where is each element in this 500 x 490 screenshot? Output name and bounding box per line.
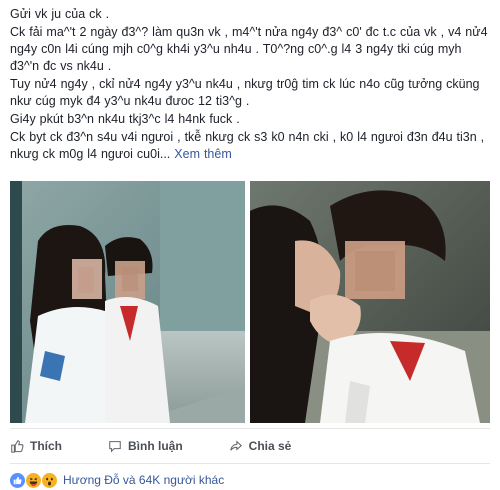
post-line-5-text: Ck byt ck đ3^n s4u v4i ngưoi , tkễ nkưg … xyxy=(10,130,485,161)
reactions-summary[interactable]: Hương Đỗ và 64K người khác xyxy=(10,471,224,489)
post-line-1: Gửi vk ju của ck . xyxy=(10,7,110,21)
like-button[interactable]: Thích xyxy=(10,439,62,453)
photo-right-image xyxy=(250,181,490,423)
post-line-2: Ck fải ma^'t 2 ngày đ3^? làm qu3n vk , m… xyxy=(10,25,488,73)
photo-grid xyxy=(10,181,490,423)
thumbs-up-icon xyxy=(10,439,24,453)
see-more-link[interactable]: Xem thêm xyxy=(174,147,231,161)
action-bar: Thích Bình luận Chia sẻ xyxy=(10,434,490,458)
photo-left[interactable] xyxy=(10,181,245,423)
post-line-3: Tuy nử4 ng4y , ckỉ nử4 ng4y y3^u nk4u , … xyxy=(10,77,480,108)
haha-icon xyxy=(26,472,41,488)
comment-label: Bình luận xyxy=(128,439,183,453)
reactions-summary-text[interactable]: Hương Đỗ và 64K người khác xyxy=(63,473,224,487)
wow-icon xyxy=(42,472,57,488)
like-icon xyxy=(10,472,25,488)
post-body: Gửi vk ju của ck . Ck fải ma^'t 2 ngày đ… xyxy=(10,6,492,164)
share-button[interactable]: Chia sẻ xyxy=(229,439,292,453)
post-line-5: Ck byt ck đ3^n s4u v4i ngưoi , tkễ nkưg … xyxy=(10,129,492,163)
comment-icon xyxy=(108,439,122,453)
photo-left-image xyxy=(10,181,245,423)
share-icon xyxy=(229,439,243,453)
divider-bottom xyxy=(10,463,490,464)
comment-button[interactable]: Bình luận xyxy=(108,439,183,453)
photo-right[interactable] xyxy=(250,181,490,423)
share-label: Chia sẻ xyxy=(248,439,292,453)
divider-top xyxy=(10,428,490,429)
like-label: Thích xyxy=(30,439,62,453)
post-line-4: Gi4y pkút b3^n nk4u tkj3^c l4 h4nk fuck … xyxy=(10,112,240,126)
